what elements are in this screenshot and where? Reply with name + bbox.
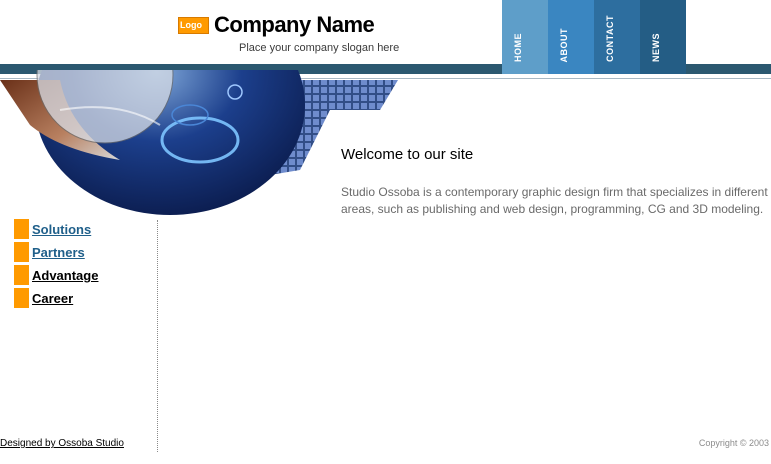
side-item-solutions[interactable]: Solutions [14, 219, 154, 242]
tab-news-label: NEWS [651, 33, 661, 62]
tab-home-label: HOME [513, 33, 523, 62]
designed-by-link[interactable]: Designed by Ossoba Studio [0, 438, 124, 450]
logo-text: Logo [180, 20, 202, 30]
tab-home[interactable]: HOME [502, 0, 548, 74]
company-slogan: Place your company slogan here [239, 42, 400, 54]
tab-about-label: ABOUT [559, 27, 569, 63]
decorative-sphere-graphic [0, 70, 398, 215]
side-link-career[interactable]: Career [32, 291, 73, 307]
vertical-divider [157, 220, 158, 452]
tab-news[interactable]: NEWS [640, 0, 686, 74]
welcome-heading: Welcome to our site [341, 146, 474, 163]
side-link-solutions[interactable]: Solutions [32, 222, 91, 238]
side-item-advantage[interactable]: Advantage [14, 265, 154, 288]
side-bullet [14, 288, 29, 308]
tab-contact-label: CONTACT [605, 15, 615, 62]
side-bullet [14, 219, 29, 239]
company-name: Company Name [214, 12, 375, 37]
intro-paragraph: Studio Ossoba is a contemporary graphic … [341, 185, 768, 216]
top-navigation: HOME ABOUT CONTACT NEWS [502, 0, 686, 74]
side-bullet [14, 242, 29, 262]
side-item-career[interactable]: Career [14, 288, 154, 311]
tab-about[interactable]: ABOUT [548, 0, 594, 74]
side-link-partners[interactable]: Partners [32, 245, 85, 261]
side-link-advantage[interactable]: Advantage [32, 268, 98, 284]
side-navigation: Solutions Partners Advantage Career [14, 219, 154, 311]
copyright-text: Copyright © 2003 [698, 438, 769, 448]
tab-contact[interactable]: CONTACT [594, 0, 640, 74]
side-item-partners[interactable]: Partners [14, 242, 154, 265]
side-bullet [14, 265, 29, 285]
